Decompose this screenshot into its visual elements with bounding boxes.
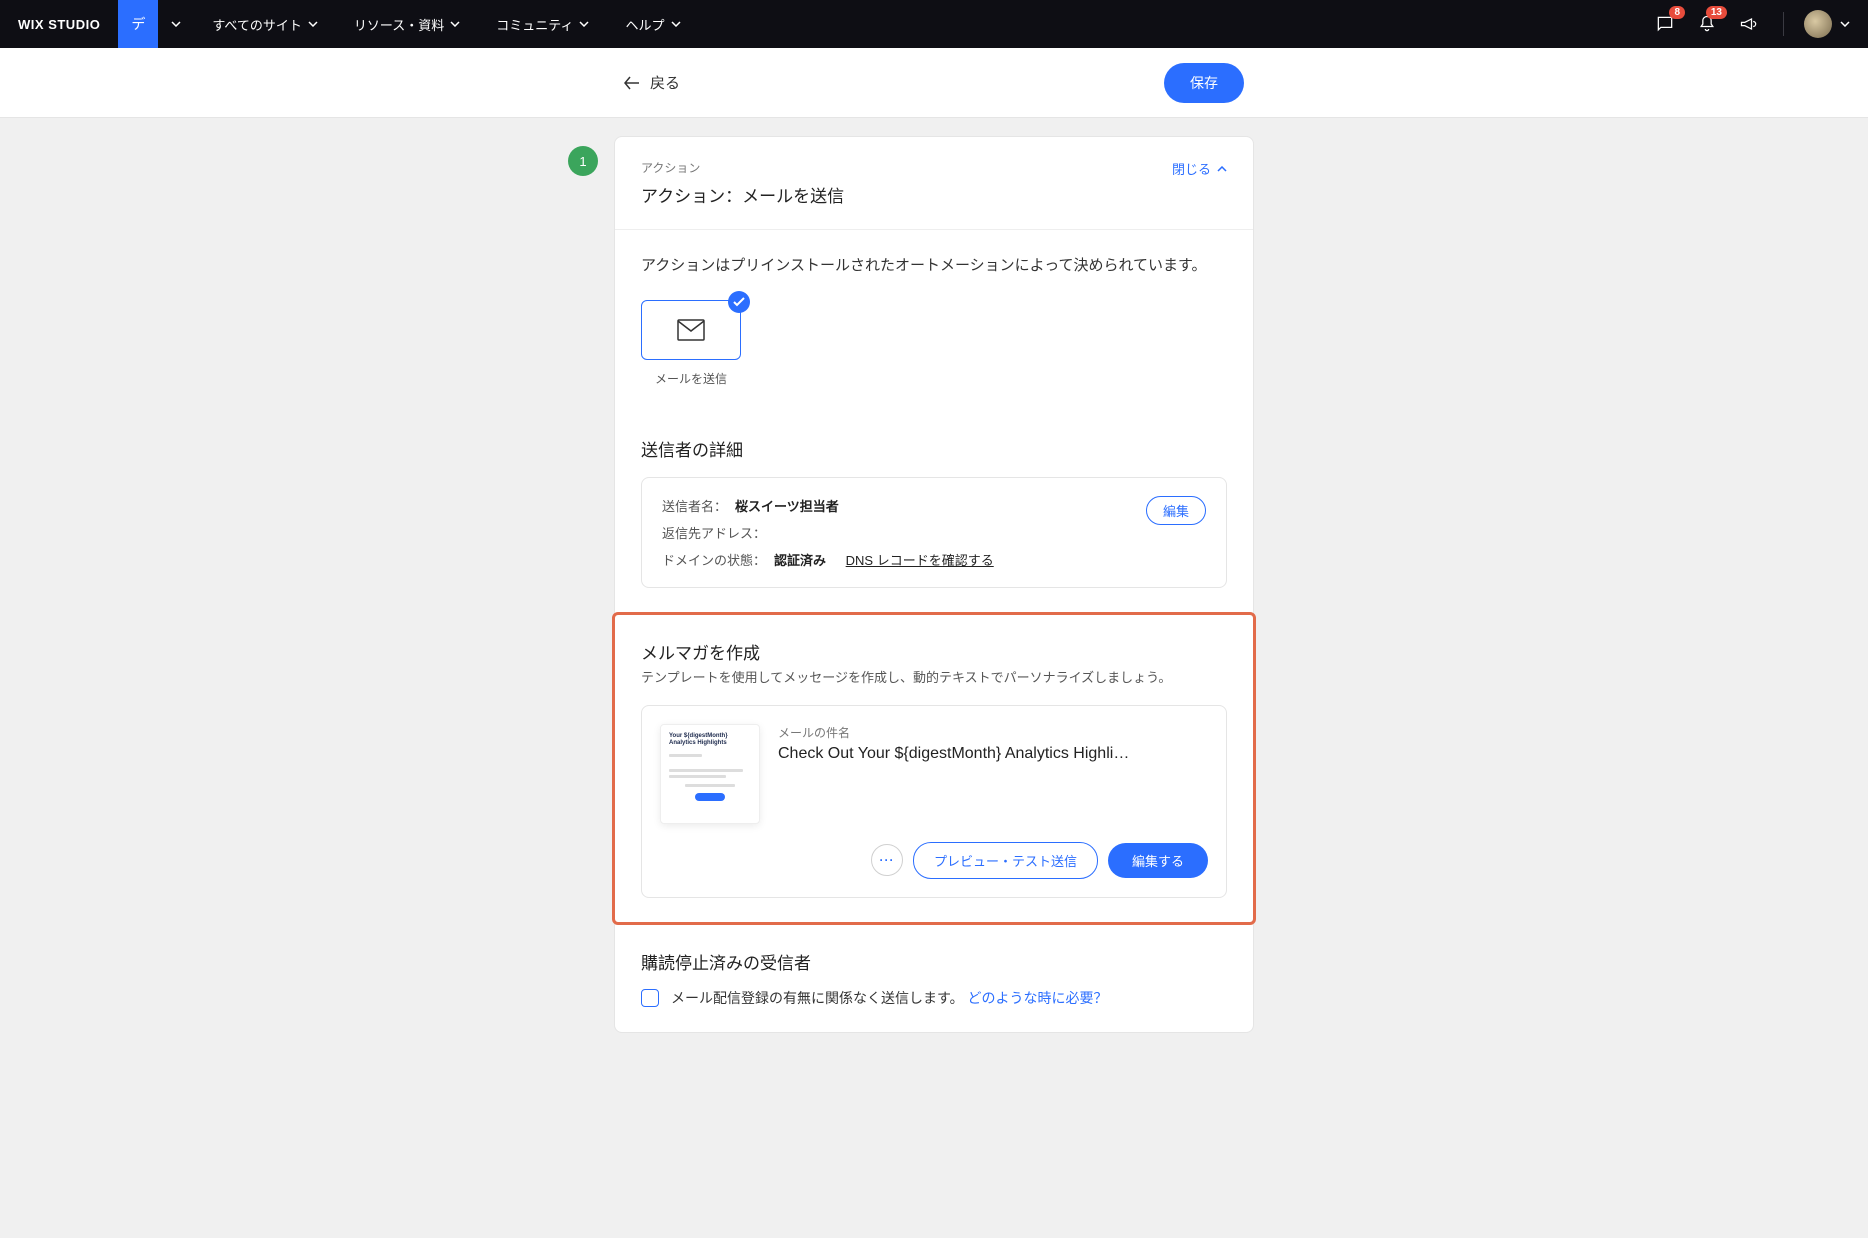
bell-badge: 13 xyxy=(1706,6,1727,19)
top-icons: 8 13 xyxy=(1651,10,1868,38)
unsub-help-link[interactable]: どのような時に必要？ xyxy=(968,990,1108,1006)
sender-title: 送信者の詳細 xyxy=(641,436,1227,461)
chat-icon-button[interactable]: 8 xyxy=(1651,10,1679,38)
email-thumbnail[interactable]: Your ${digestMonth} Analytics Highlights xyxy=(660,724,760,824)
action-tile[interactable]: メールを送信 xyxy=(641,300,741,387)
step-badge: 1 xyxy=(568,146,598,176)
thumb-cta xyxy=(695,793,725,801)
chevron-down-icon xyxy=(1840,21,1850,27)
save-button[interactable]: 保存 xyxy=(1164,63,1244,103)
domain-state-value: 認証済み xyxy=(774,550,826,569)
email-card: Your ${digestMonth} Analytics Highlights xyxy=(641,705,1227,898)
compose-title: メルマガを作成 xyxy=(641,639,1227,664)
nav-community[interactable]: コミュニティ xyxy=(478,0,607,48)
envelope-icon xyxy=(677,319,705,341)
nav-resources[interactable]: リソース・資料 xyxy=(336,0,478,48)
reply-address-label: 返信先アドレス： xyxy=(662,523,766,542)
megaphone-icon xyxy=(1739,14,1759,34)
sender-section: 送信者の詳細 送信者名： 桜スイーツ担当者 返信先アドレス： ドメインの状態： xyxy=(615,412,1253,612)
compose-subtitle: テンプレートを使用してメッセージを作成し、動的テキストでパーソナライズしましょう… xyxy=(641,668,1227,689)
megaphone-icon-button[interactable] xyxy=(1735,10,1763,38)
account-menu[interactable] xyxy=(1804,10,1850,38)
action-card: アクション アクション：メールを送信 閉じる アクションはプリインストールされた… xyxy=(614,136,1254,1033)
chevron-up-icon xyxy=(1217,166,1227,172)
topbar: WIX STUDIO デ すべてのサイト リソース・資料 コミュニティ ヘルプ … xyxy=(0,0,1868,48)
thumb-title: Your ${digestMonth} Analytics Highlights xyxy=(669,733,751,747)
sender-box: 送信者名： 桜スイーツ担当者 返信先アドレス： ドメインの状態： 認証済み DN… xyxy=(641,477,1227,588)
nav-label: すべてのサイト xyxy=(212,15,302,34)
check-icon xyxy=(733,297,745,307)
bell-icon-button[interactable]: 13 xyxy=(1693,10,1721,38)
arrow-left-icon xyxy=(624,76,640,90)
logo-light: STUDIO xyxy=(48,17,100,32)
dns-link[interactable]: DNS レコードを確認する xyxy=(846,550,994,569)
avatar xyxy=(1804,10,1832,38)
site-switcher-caret[interactable] xyxy=(158,0,194,48)
chat-badge: 8 xyxy=(1669,6,1685,19)
unsub-checkbox[interactable] xyxy=(641,989,659,1007)
nav-help[interactable]: ヘルプ xyxy=(607,0,698,48)
chevron-down-icon xyxy=(671,21,681,27)
sender-name-value: 桜スイーツ担当者 xyxy=(735,496,839,515)
chevron-down-icon xyxy=(450,21,460,27)
chevron-down-icon xyxy=(579,21,589,27)
action-eyebrow: アクション xyxy=(641,159,844,176)
unsub-checkbox-label: メール配信登録の有無に関係なく送信します。 xyxy=(671,990,964,1006)
nav-label: リソース・資料 xyxy=(354,15,444,34)
nav-label: コミュニティ xyxy=(496,15,573,34)
divider xyxy=(1783,12,1784,36)
chevron-down-icon xyxy=(308,21,318,27)
compose-section-highlight: メルマガを作成 テンプレートを使用してメッセージを作成し、動的テキストでパーソナ… xyxy=(612,612,1256,925)
back-button[interactable]: 戻る xyxy=(624,72,680,93)
logo[interactable]: WIX STUDIO xyxy=(0,17,118,32)
edit-sender-button[interactable]: 編集 xyxy=(1146,496,1206,525)
subbar: 戻る 保存 xyxy=(0,48,1868,118)
logo-strong: WIX xyxy=(18,17,44,32)
subject-value: Check Out Your ${digestMonth} Analytics … xyxy=(778,745,1208,763)
unsub-title: 購読停止済みの受信者 xyxy=(641,949,1227,974)
edit-email-button[interactable]: 編集する xyxy=(1108,843,1208,878)
subject-label: メールの件名 xyxy=(778,724,1208,741)
collapse-link[interactable]: 閉じる xyxy=(1172,159,1227,178)
unsub-section: 購読停止済みの受信者 メール配信登録の有無に関係なく送信します。 どのような時に… xyxy=(615,925,1253,1032)
domain-state-label: ドメインの状態： xyxy=(662,550,766,569)
sender-name-label: 送信者名： xyxy=(662,496,727,515)
nav-label: ヘルプ xyxy=(625,15,664,34)
check-badge xyxy=(728,291,750,313)
collapse-label: 閉じる xyxy=(1172,159,1211,178)
nav-all-sites[interactable]: すべてのサイト xyxy=(194,0,336,48)
chevron-down-icon xyxy=(171,21,181,27)
more-actions-button[interactable]: ··· xyxy=(871,844,903,876)
action-description: アクションはプリインストールされたオートメーションによって決められています。 xyxy=(641,254,1227,278)
back-label: 戻る xyxy=(650,72,680,93)
action-tile-label: メールを送信 xyxy=(641,370,741,387)
site-switcher-pill[interactable]: デ xyxy=(118,0,158,48)
action-title: アクション：メールを送信 xyxy=(641,182,844,207)
preview-test-button[interactable]: プレビュー・テスト送信 xyxy=(913,842,1098,879)
